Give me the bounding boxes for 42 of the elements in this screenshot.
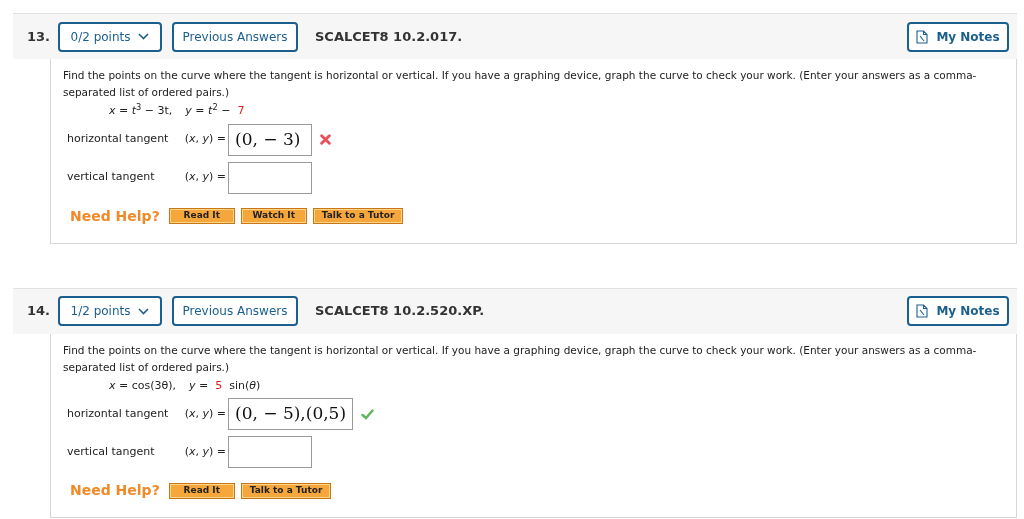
help-button[interactable]: Talk to a Tutor xyxy=(240,482,332,499)
equation-text: y = xyxy=(189,377,209,394)
question-number: 14. xyxy=(26,302,52,321)
equation-text: y = t$^{2}$ − xyxy=(185,103,231,119)
question-code: SCALCET8 10.2.017. xyxy=(315,27,463,46)
equation-text: x = cos(3θ), xyxy=(109,377,177,394)
chevron-down-icon xyxy=(138,33,150,40)
my-notes-button[interactable]: My Notes xyxy=(907,296,1009,326)
answer-label: horizontal tangent xyxy=(66,405,170,422)
equation-text: 5 xyxy=(215,377,223,394)
help-button[interactable]: Talk to a Tutor xyxy=(312,208,404,224)
pair-label: (x, y) = xyxy=(183,405,226,422)
answer-field[interactable] xyxy=(228,436,312,468)
need-help-label: Need Help? xyxy=(70,481,160,500)
answer-label: vertical tangent xyxy=(66,169,156,186)
answer-label: horizontal tangent xyxy=(66,131,170,148)
my-notes-button[interactable]: My Notes xyxy=(907,21,1009,52)
points-dropdown[interactable]: 0/2 points xyxy=(58,21,162,52)
previous-answers-button[interactable]: Previous Answers xyxy=(172,296,298,326)
answer-field[interactable]: (0, − 3) xyxy=(228,123,312,156)
previous-answers-button[interactable]: Previous Answers xyxy=(172,21,298,52)
note-icon xyxy=(916,29,929,44)
note-icon xyxy=(916,304,929,318)
help-button[interactable]: Read It xyxy=(168,482,235,499)
answer-field[interactable] xyxy=(228,161,312,194)
pair-label: (x, y) = xyxy=(183,443,226,460)
points-dropdown[interactable]: 1/2 points xyxy=(58,296,162,326)
question-prompt: Find the points on the curve where the tangent is horizontal or vertical. If you have a graphing device, graph the curve to check your work. (Enter your answers as a comma-separated list of ordered pairs.) xyxy=(63,68,978,100)
question-number: 13. xyxy=(26,27,52,46)
help-button[interactable]: Watch It xyxy=(240,208,307,224)
chevron-down-icon xyxy=(138,307,150,315)
need-help-label: Need Help? xyxy=(70,206,160,226)
answer-field[interactable]: (0, − 5),(0,5) xyxy=(228,398,354,430)
help-button[interactable]: Read It xyxy=(168,208,235,224)
question-code: SCALCET8 10.2.520.XP. xyxy=(315,302,485,321)
question-prompt: Find the points on the curve where the tangent is horizontal or vertical. If you have a graphing device, graph the curve to check your work. (Enter your answers as a comma-separated list of ordered pairs.) xyxy=(63,342,978,375)
equation-text: x = t$^{3}$ − 3t, xyxy=(109,103,173,119)
equation-text: 7 xyxy=(237,103,245,119)
pair-label: (x, y) = xyxy=(183,131,226,148)
equation-text: sin(θ) xyxy=(229,377,261,394)
answer-label: vertical tangent xyxy=(66,443,156,460)
pair-label: (x, y) = xyxy=(183,169,226,186)
